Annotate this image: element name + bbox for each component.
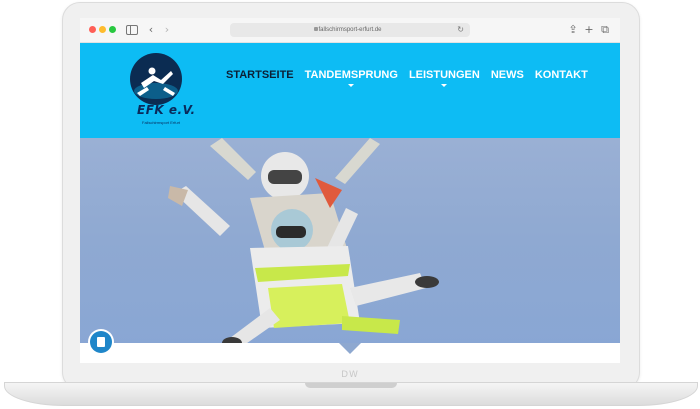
chat-button[interactable]: [90, 331, 112, 353]
nav-item-tandemsprung[interactable]: TANDEMSPRUNG: [304, 65, 398, 87]
club-logo[interactable]: [123, 53, 191, 129]
nav-label: NEWS: [490, 69, 524, 81]
laptop-base: [4, 382, 698, 406]
brand-logo: DW: [341, 370, 359, 380]
nav-item-startseite[interactable]: STARTSEITE: [226, 65, 294, 85]
address-bar[interactable]: fallschirmsport-erfurt.de ↻: [230, 23, 470, 37]
chevron-down-icon: [441, 84, 448, 87]
nav-label: STARTSEITE: [226, 69, 294, 81]
logo-subtitle: Fallschirmsport Erfurt: [142, 120, 181, 125]
chevron-down-icon: [348, 84, 355, 87]
tabs-overview-icon[interactable]: ⧉: [598, 23, 612, 37]
nav-label: LEISTUNGEN: [408, 69, 480, 81]
nav-item-news[interactable]: NEWS: [491, 65, 524, 85]
main-navigation: STARTSEITE TANDEMSPRUNG LEISTUNGEN NEWS …: [226, 65, 599, 87]
logo-text: EFK e.V.: [137, 103, 196, 117]
nav-label: TANDEMSPRUNG: [304, 69, 398, 81]
chat-icon: [97, 337, 105, 347]
browser-window: ‹ › fallschirmsport-erfurt.de ↻ ⇪ + ⧉ EF…: [80, 18, 620, 363]
new-tab-icon[interactable]: +: [582, 23, 596, 37]
url-text: fallschirmsport-erfurt.de: [318, 27, 382, 33]
reload-icon[interactable]: ↻: [457, 23, 464, 37]
nav-item-leistungen[interactable]: LEISTUNGEN: [408, 65, 480, 87]
scroll-down-indicator[interactable]: [339, 343, 361, 354]
share-icon[interactable]: ⇪: [566, 23, 580, 37]
browser-toolbar: ‹ › fallschirmsport-erfurt.de ↻ ⇪ + ⧉: [80, 18, 620, 43]
close-window-button[interactable]: [89, 26, 96, 33]
laptop-notch: [305, 383, 397, 388]
nav-item-kontakt[interactable]: KONTAKT: [535, 65, 588, 85]
maximize-window-button[interactable]: [109, 26, 116, 33]
forward-icon[interactable]: ›: [160, 23, 174, 37]
tandem-skydivers-photo: [168, 138, 439, 349]
site-header: EFK e.V. Fallschirmsport Erfurt STARTSEI…: [80, 43, 620, 138]
hero-image: [80, 138, 620, 363]
back-icon[interactable]: ‹: [144, 23, 158, 37]
nav-label: KONTAKT: [534, 69, 588, 81]
sidebar-toggle-icon[interactable]: [126, 25, 138, 35]
minimize-window-button[interactable]: [99, 26, 106, 33]
